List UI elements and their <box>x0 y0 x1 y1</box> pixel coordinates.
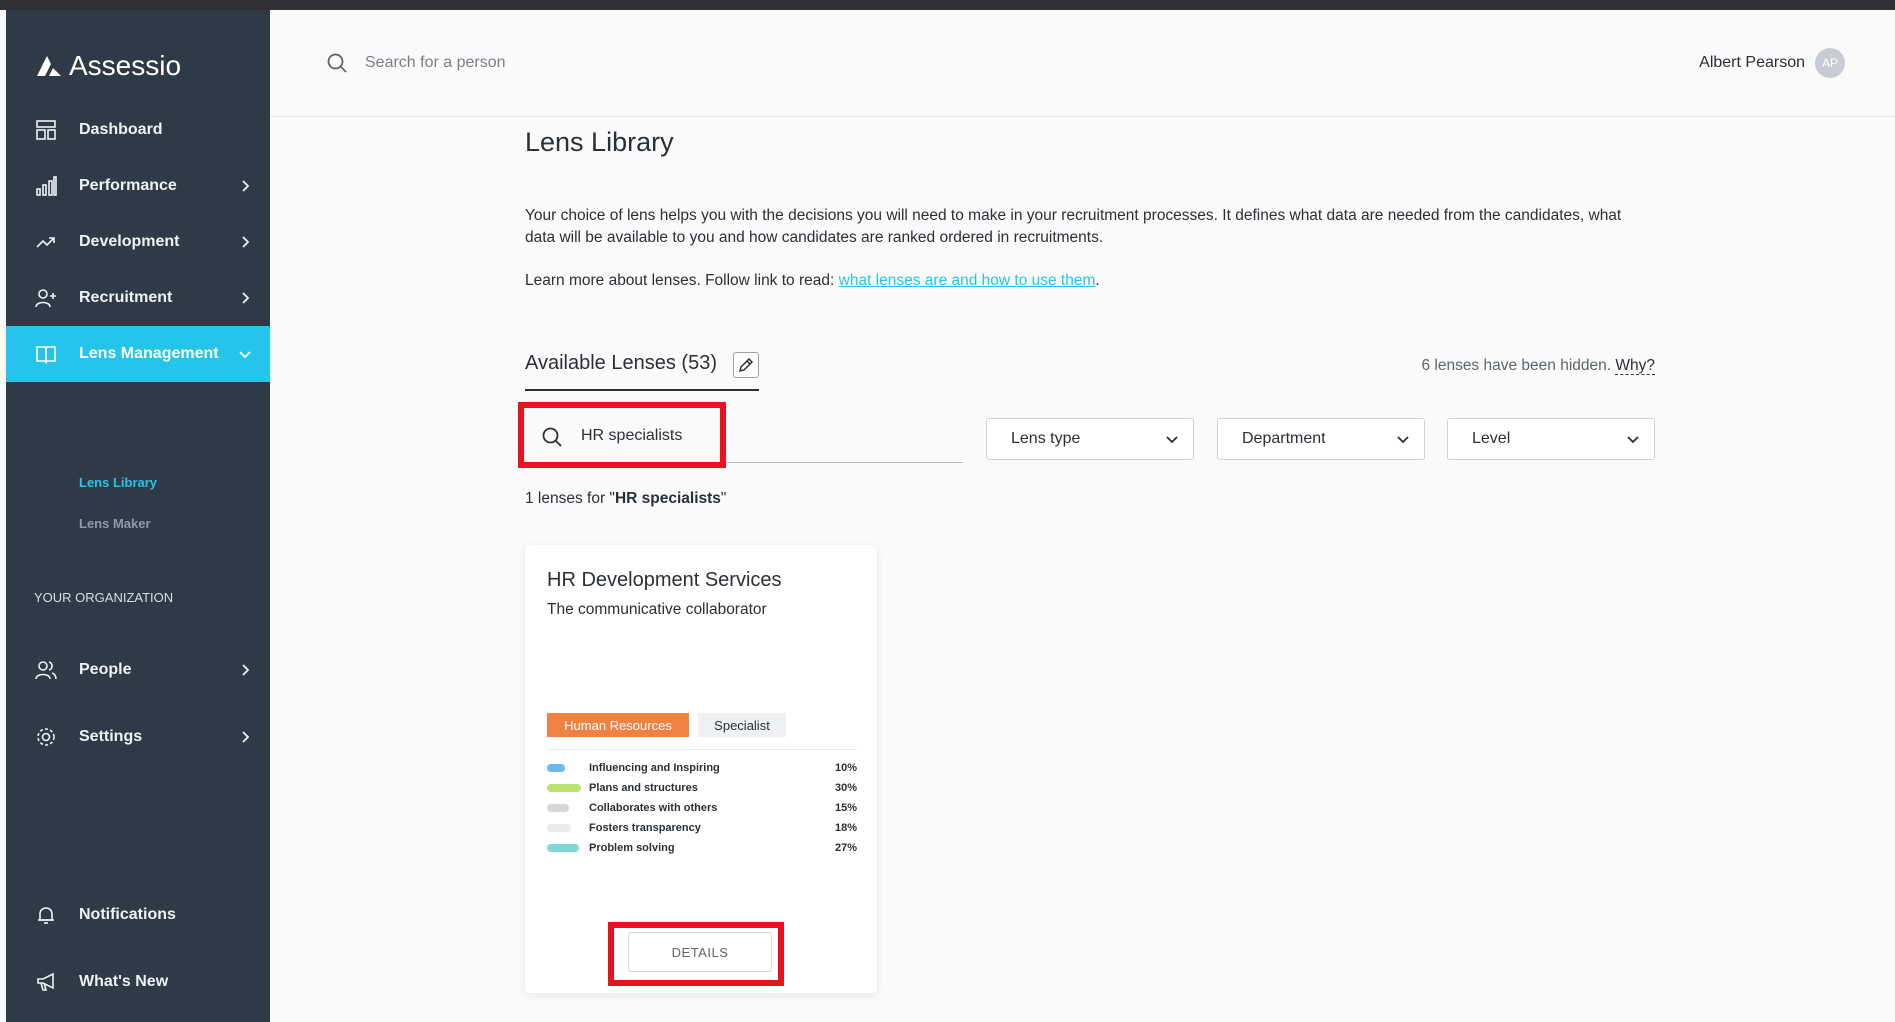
result-query: HR specialists <box>614 490 721 507</box>
add-user-icon <box>35 289 56 308</box>
sidebar-item-label: Recruitment <box>79 289 173 306</box>
highlight-box-details <box>608 922 784 986</box>
trait-row: Fosters transparency 18% <box>547 821 857 837</box>
sidebar-item-label: What's New <box>79 973 169 990</box>
sidebar-item-settings[interactable]: Settings <box>6 709 270 765</box>
sidebar-item-lens-management[interactable]: Lens Management <box>6 326 270 382</box>
chevron-down-icon <box>1397 436 1409 444</box>
trait-color-swatch <box>547 784 581 792</box>
trait-row: Problem solving 27% <box>547 841 857 857</box>
page-description: Your choice of lens helps you with the d… <box>525 207 1622 246</box>
learn-more-prefix: Learn more about lenses. Follow link to … <box>525 272 839 289</box>
lens-card-subtitle: The communicative collaborator <box>547 601 767 618</box>
trending-up-icon <box>36 237 55 248</box>
lens-type-dropdown[interactable]: Lens type <box>986 418 1194 460</box>
tag-human-resources: Human Resources <box>547 713 689 737</box>
trait-color-swatch <box>547 844 579 852</box>
trait-name: Problem solving <box>589 842 675 854</box>
chevron-down-icon <box>1166 436 1178 444</box>
learn-more-suffix: . <box>1095 272 1100 289</box>
sidebar-item-label: Notifications <box>79 906 176 923</box>
trait-color-swatch <box>547 764 565 772</box>
people-icon <box>35 661 57 680</box>
sidebar-item-performance[interactable]: Performance <box>6 158 270 214</box>
dashboard-icon <box>36 120 56 140</box>
search-icon <box>327 53 347 73</box>
trait-percent: 30% <box>834 782 857 794</box>
sidebar-item-label: People <box>79 661 132 678</box>
avatar[interactable]: AP <box>1815 48 1845 78</box>
dropdown-label: Lens type <box>1011 430 1081 447</box>
hidden-lenses-text: 6 lenses have been hidden. <box>1421 357 1612 374</box>
trait-name: Plans and structures <box>589 782 698 794</box>
result-suffix: " <box>720 490 727 507</box>
sidebar-subitem-lens-maker[interactable]: Lens Maker <box>79 516 151 531</box>
sidebar-item-notifications[interactable]: Notifications <box>6 887 270 943</box>
trait-name: Collaborates with others <box>589 802 718 814</box>
hidden-lenses-note: 6 lenses have been hidden. Why? <box>1421 357 1655 375</box>
sidebar-item-dashboard[interactable]: Dashboard <box>6 102 270 158</box>
window-top-strip <box>0 0 1895 10</box>
chevron-right-icon <box>242 664 250 676</box>
bell-icon <box>38 907 54 924</box>
lens-card-title: HR Development Services <box>547 569 782 591</box>
user-name[interactable]: Albert Pearson <box>1699 54 1805 72</box>
app-logo[interactable]: Assessio <box>35 50 181 82</box>
sidebar-item-people[interactable]: People <box>6 642 270 698</box>
result-count: 1 lenses for "HR specialists" <box>525 490 726 508</box>
person-search-input[interactable]: Search for a person <box>365 54 506 72</box>
app-name: Assessio <box>69 50 182 81</box>
learn-more-text: Learn more about lenses. Follow link to … <box>525 272 1100 290</box>
org-section-heading: YOUR ORGANIZATION <box>34 590 174 605</box>
assessio-logo-icon <box>37 56 61 76</box>
trait-row: Influencing and Inspiring 10% <box>547 761 857 777</box>
learn-more-link[interactable]: what lenses are and how to use them <box>839 272 1096 289</box>
sidebar-item-recruitment[interactable]: Recruitment <box>6 270 270 326</box>
trait-name: Influencing and Inspiring <box>589 762 720 774</box>
sidebar-item-label: Performance <box>79 177 177 194</box>
edit-button[interactable] <box>733 352 759 378</box>
tab-active-underline <box>525 389 759 391</box>
level-dropdown[interactable]: Level <box>1447 418 1655 460</box>
chevron-right-icon <box>242 731 250 743</box>
trait-percent: 18% <box>834 822 857 834</box>
trait-row: Collaborates with others 15% <box>547 801 857 817</box>
megaphone-icon <box>37 972 54 991</box>
highlight-box-search <box>518 402 726 468</box>
chevron-down-icon <box>239 351 251 359</box>
sidebar-item-label: Settings <box>79 728 143 745</box>
trait-row: Plans and structures 30% <box>547 781 857 797</box>
sidebar-item-label: Dashboard <box>79 121 163 138</box>
card-divider <box>547 749 857 750</box>
department-dropdown[interactable]: Department <box>1217 418 1425 460</box>
trait-name: Fosters transparency <box>589 822 701 834</box>
chevron-right-icon <box>242 236 250 248</box>
book-icon <box>36 346 56 364</box>
chevron-right-icon <box>242 292 250 304</box>
sidebar-item-whats-new[interactable]: What's New <box>6 954 270 1010</box>
pencil-icon <box>738 357 754 373</box>
trait-percent: 10% <box>834 762 857 774</box>
page-title: Lens Library <box>525 127 674 157</box>
sidebar-item-development[interactable]: Development <box>6 214 270 270</box>
trait-color-swatch <box>547 824 571 832</box>
dropdown-label: Department <box>1242 430 1326 447</box>
sidebar-item-label: Development <box>79 233 180 250</box>
sidebar: Assessio Dashboard Performance Developme… <box>6 10 270 1022</box>
tag-specialist: Specialist <box>698 713 786 737</box>
tab-available-lenses[interactable]: Available Lenses (53) <box>525 352 717 375</box>
top-header: Search for a person Albert Pearson AP <box>270 10 1895 117</box>
result-prefix: 1 lenses for " <box>525 490 615 507</box>
trait-color-swatch <box>547 804 569 812</box>
trait-percent: 15% <box>834 802 857 814</box>
chevron-down-icon <box>1627 436 1639 444</box>
sidebar-item-label: Lens Management <box>79 345 219 362</box>
chevron-right-icon <box>242 180 250 192</box>
dropdown-label: Level <box>1472 430 1511 447</box>
sidebar-subitem-lens-library[interactable]: Lens Library <box>79 475 157 490</box>
gear-icon <box>37 728 55 746</box>
why-link[interactable]: Why? <box>1615 357 1655 375</box>
trait-percent: 27% <box>834 842 857 854</box>
bar-chart-icon <box>36 176 57 196</box>
